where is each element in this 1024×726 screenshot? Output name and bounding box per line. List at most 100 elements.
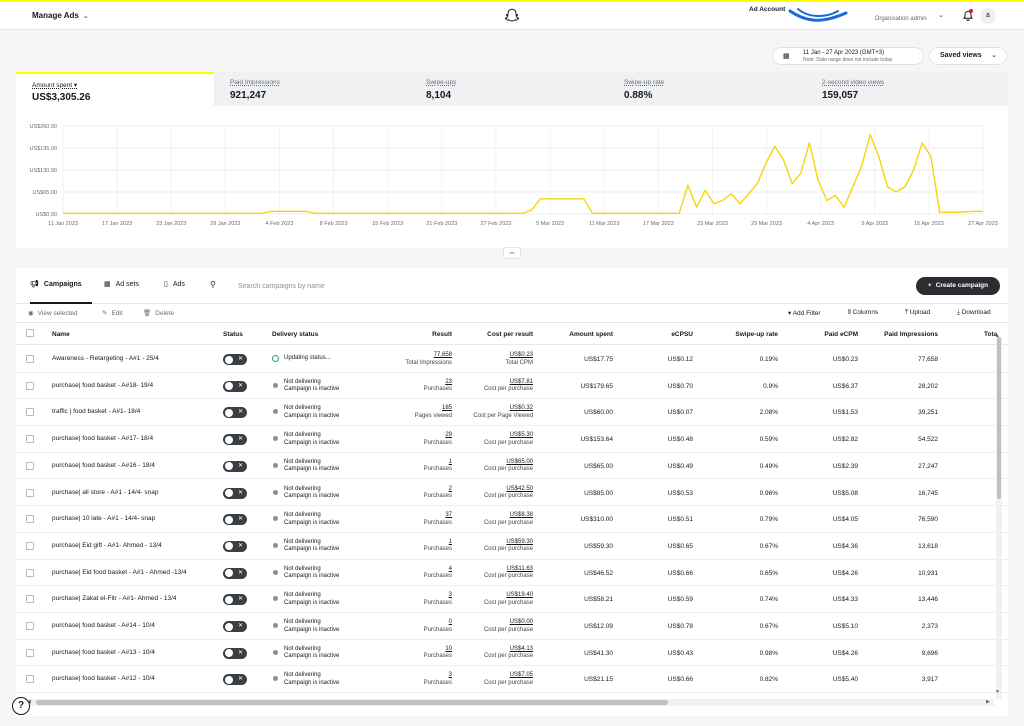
column-header-name[interactable]: Name — [52, 331, 70, 338]
cost-per-result-value[interactable]: US$7.81 — [484, 379, 533, 387]
tab-ad-sets[interactable]: ▦ Ad sets — [104, 268, 160, 304]
avatar[interactable]: a — [980, 8, 996, 24]
row-checkbox[interactable] — [26, 568, 34, 577]
column-header-paid-impressions[interactable]: Paid Impressions — [884, 331, 938, 338]
status-toggle[interactable]: ✕ — [223, 487, 247, 499]
table-row[interactable]: purchase| food basket - A#16 - 18/4 ✕ Not … — [16, 453, 1008, 480]
status-toggle[interactable]: ✕ — [223, 514, 247, 526]
column-header-ecpsu[interactable]: eCPSU — [671, 331, 693, 338]
result-value[interactable]: 23 — [424, 379, 452, 387]
table-row[interactable]: purchase| Zakat el-Fitr - A#1- Ahmed - 1… — [16, 586, 1008, 613]
metric-tab-video-views[interactable]: 2-second video views 159,057 — [806, 72, 1008, 106]
result-value[interactable]: 2 — [424, 486, 452, 494]
chevron-down-icon[interactable]: ⌄ — [938, 11, 944, 19]
campaign-name[interactable]: purchase| food basket - A#17- 18/4 — [52, 435, 153, 442]
scroll-up-arrow-icon[interactable]: ▲ — [995, 333, 1000, 339]
row-checkbox[interactable] — [26, 541, 34, 550]
row-checkbox[interactable] — [26, 355, 34, 363]
collapse-chart-button[interactable]: ︿ — [503, 247, 521, 259]
campaign-name[interactable]: purchase| food basket - A#16 - 18/4 — [52, 462, 155, 469]
vertical-scrollbar-thumb[interactable] — [997, 337, 1001, 499]
cost-per-result-value[interactable]: US$42.50 — [484, 486, 533, 494]
help-button[interactable]: ? — [12, 697, 30, 715]
cost-per-result-value[interactable]: US$59.30 — [484, 539, 533, 547]
result-value[interactable]: 4 — [424, 566, 452, 574]
amount-spent-series-line[interactable] — [63, 133, 983, 215]
metric-tab-amount-spent[interactable]: Amount spent ▾ US$3,305.26 — [16, 72, 214, 106]
row-checkbox[interactable] — [26, 461, 34, 470]
status-toggle[interactable]: ✕ — [223, 540, 247, 552]
column-header-cost-per-result[interactable]: Cost per result — [487, 331, 533, 338]
column-header-delivery[interactable]: Delivery status — [272, 331, 318, 338]
row-checkbox[interactable] — [26, 435, 34, 444]
table-row[interactable]: purchase| all store - A#1 - 14/4- snap ✕ N… — [16, 480, 1008, 507]
campaign-name[interactable]: purchase| food basket - A#13 - 10/4 — [52, 649, 155, 656]
select-all-checkbox[interactable] — [26, 329, 34, 337]
result-value[interactable]: 185 — [415, 405, 452, 413]
status-toggle[interactable]: ✕ — [223, 647, 247, 659]
campaign-name[interactable]: purchase| Eid food basket - A#1 - Ahmed … — [52, 569, 187, 576]
status-toggle[interactable]: ✕ — [223, 621, 247, 632]
campaign-name[interactable]: purchase| Eid gift - A#1- Ahmed - 13/4 — [52, 542, 162, 549]
cost-per-result-value[interactable]: US$0.23 — [505, 352, 533, 360]
result-value[interactable]: 77,658 — [405, 352, 452, 360]
campaign-name[interactable]: purchase| 10 late - A#1 - 14/4- snap — [52, 515, 155, 522]
table-row[interactable]: purchase| Eid food basket - A#1 - Ahmed … — [16, 560, 1008, 587]
status-toggle[interactable]: ✕ — [223, 567, 247, 579]
table-row[interactable]: purchase| food basket - A#18- 19/4 ✕ Not d… — [16, 373, 1008, 400]
result-value[interactable]: 1 — [424, 539, 452, 547]
status-toggle[interactable]: ✕ — [223, 380, 247, 392]
cost-per-result-value[interactable]: US$0.32 — [473, 405, 533, 413]
row-checkbox[interactable] — [26, 622, 34, 630]
cost-per-result-value[interactable]: US$19.40 — [484, 592, 533, 600]
table-row[interactable]: purchase| Eid gift - A#1- Ahmed - 13/4 ✕ N… — [16, 533, 1008, 560]
result-value[interactable]: 10 — [424, 646, 452, 654]
cost-per-result-value[interactable]: US$7.05 — [484, 672, 533, 680]
cost-per-result-value[interactable]: US$0.00 — [484, 619, 533, 627]
campaign-name[interactable]: traffic | food basket - A#1- 18/4 — [52, 408, 140, 415]
campaign-name[interactable]: Awareness - Retargeting - A#1 - 25/4 — [52, 355, 159, 362]
status-toggle[interactable]: ✕ — [223, 407, 247, 419]
tab-campaigns[interactable]: 📢︎ Campaigns — [30, 268, 92, 304]
cost-per-result-value[interactable]: US$65.00 — [484, 459, 533, 467]
table-row[interactable]: purchase| food basket - A#13 - 10/4 ✕ Not … — [16, 640, 1008, 667]
result-value[interactable]: 37 — [424, 512, 452, 520]
status-toggle[interactable]: ✕ — [223, 674, 247, 686]
snapchat-ghost-icon[interactable] — [503, 7, 521, 25]
edit-button[interactable]: ✎ Edit — [102, 309, 123, 317]
column-header-swipe-up-rate[interactable]: Swipe-up rate — [735, 331, 778, 338]
row-checkbox[interactable] — [26, 381, 34, 390]
campaign-name[interactable]: purchase| Zakat el-Fitr - A#1- Ahmed - 1… — [52, 595, 177, 602]
campaign-name[interactable]: purchase| food basket - A#14 - 10/4 — [52, 622, 155, 629]
cost-per-result-value[interactable]: US$5.30 — [484, 432, 533, 440]
manage-ads-menu[interactable]: Manage Ads ⌄ — [32, 11, 89, 20]
table-row[interactable]: purchase| food basket - A#12 - 10/4 ✕ Not … — [16, 666, 1008, 694]
result-value[interactable]: 3 — [424, 592, 452, 600]
columns-button[interactable]: ⫴ Columns — [848, 309, 878, 317]
date-range-picker[interactable]: ▦ 11 Jan - 27 Apr 2023 (GMT+3) Note: Dat… — [772, 47, 924, 65]
status-toggle[interactable]: ✕ — [223, 434, 247, 446]
campaign-name[interactable]: purchase| food basket - A#12 - 10/4 — [52, 675, 155, 682]
horizontal-scrollbar-thumb[interactable] — [36, 700, 668, 705]
campaign-name[interactable]: purchase| all store - A#1 - 14/4- snap — [52, 489, 158, 496]
row-checkbox[interactable] — [26, 675, 34, 684]
saved-views-button[interactable]: Saved views ⌄ — [929, 47, 1007, 65]
download-button[interactable]: ⤓ Download — [957, 309, 991, 317]
column-header-result[interactable]: Result — [432, 331, 452, 338]
status-toggle[interactable]: ✕ — [223, 594, 247, 606]
result-value[interactable]: 1 — [424, 459, 452, 467]
add-filter-button[interactable]: ▾ Add Filter — [788, 309, 821, 317]
result-value[interactable]: 0 — [424, 619, 452, 627]
tab-ads[interactable]: ▯ Ads — [164, 268, 204, 304]
column-header-status[interactable]: Status — [223, 331, 243, 338]
upload-button[interactable]: ⤒ Upload — [905, 309, 930, 317]
row-checkbox[interactable] — [26, 595, 34, 604]
cost-per-result-value[interactable]: US$4.13 — [484, 646, 533, 654]
scroll-right-arrow-icon[interactable]: ▶ — [986, 699, 990, 705]
metric-tab-swipe-ups[interactable]: Swipe-ups 8,104 — [410, 72, 608, 106]
search-input[interactable] — [238, 279, 538, 293]
column-header-paid-ecpm[interactable]: Paid eCPM — [824, 331, 858, 338]
column-header-amount-spent[interactable]: Amount spent — [569, 331, 613, 338]
create-campaign-button[interactable]: + Create campaign — [916, 277, 1000, 295]
view-selected-button[interactable]: ◉ View selected — [28, 309, 78, 317]
